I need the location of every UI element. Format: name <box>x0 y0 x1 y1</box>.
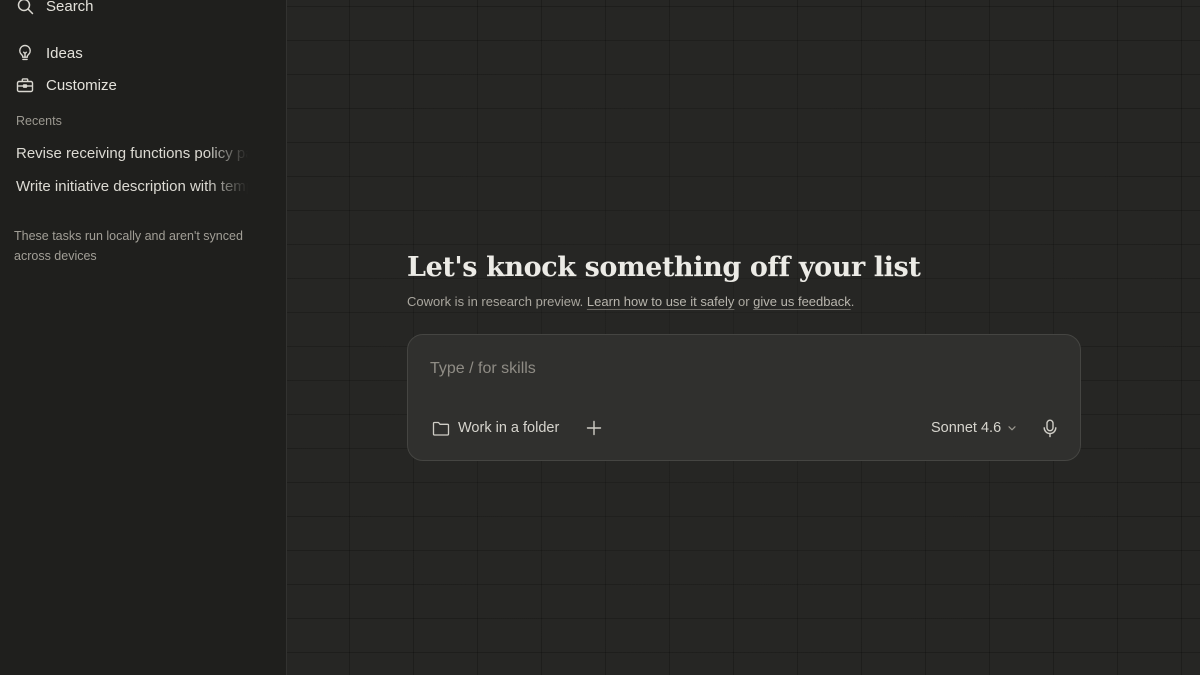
recents-heading: Recents <box>16 114 62 128</box>
learn-safety-link[interactable]: Learn how to use it safely <box>587 294 734 309</box>
model-selector-label: Sonnet 4.6 <box>931 420 1002 436</box>
work-in-folder-button[interactable]: Work in a folder <box>432 415 559 441</box>
sidebar-item-ideas[interactable]: Ideas <box>12 38 87 68</box>
sidebar-item-label: Customize <box>46 76 117 94</box>
hero: Let's knock something off your list Cowo… <box>407 250 1087 309</box>
lightbulb-icon <box>16 44 34 62</box>
model-selector[interactable]: Sonnet 4.6 <box>931 415 1017 441</box>
preview-notice: Cowork is in research preview. Learn how… <box>407 294 1087 309</box>
recent-task-item[interactable]: Write initiative description with templa… <box>16 178 248 195</box>
feedback-link[interactable]: give us feedback <box>753 294 851 309</box>
app-window: Search Ideas Customize Recents Revise re… <box>0 0 1200 675</box>
add-attachment-button[interactable] <box>583 417 605 439</box>
recent-task-item[interactable]: Revise receiving functions policy page <box>16 145 248 162</box>
local-tasks-note: These tasks run locally and aren't synce… <box>14 229 243 263</box>
sidebar-search[interactable]: Search <box>12 0 98 21</box>
voice-input-button[interactable] <box>1038 416 1062 440</box>
preview-notice-text: Cowork is in research preview. <box>407 294 584 309</box>
folder-icon <box>432 421 450 436</box>
page-title: Let's knock something off your list <box>407 252 921 283</box>
plus-icon <box>586 420 602 436</box>
preview-notice-period: . <box>850 294 855 309</box>
sidebar-item-label: Ideas <box>46 44 83 62</box>
sidebar: Search Ideas Customize Recents Revise re… <box>0 0 287 675</box>
toolbox-icon <box>16 76 34 94</box>
search-icon <box>16 0 34 15</box>
composer: Work in a folder Sonnet 4.6 <box>407 334 1081 461</box>
microphone-icon <box>1042 419 1058 438</box>
chevron-down-icon <box>1007 423 1017 433</box>
preview-notice-or: or <box>737 294 750 309</box>
sidebar-search-label: Search <box>46 0 94 15</box>
sidebar-item-customize[interactable]: Customize <box>12 70 121 100</box>
main-content: Let's knock something off your list Cowo… <box>287 0 1200 675</box>
task-input[interactable] <box>428 357 1052 381</box>
work-in-folder-label: Work in a folder <box>458 420 560 436</box>
